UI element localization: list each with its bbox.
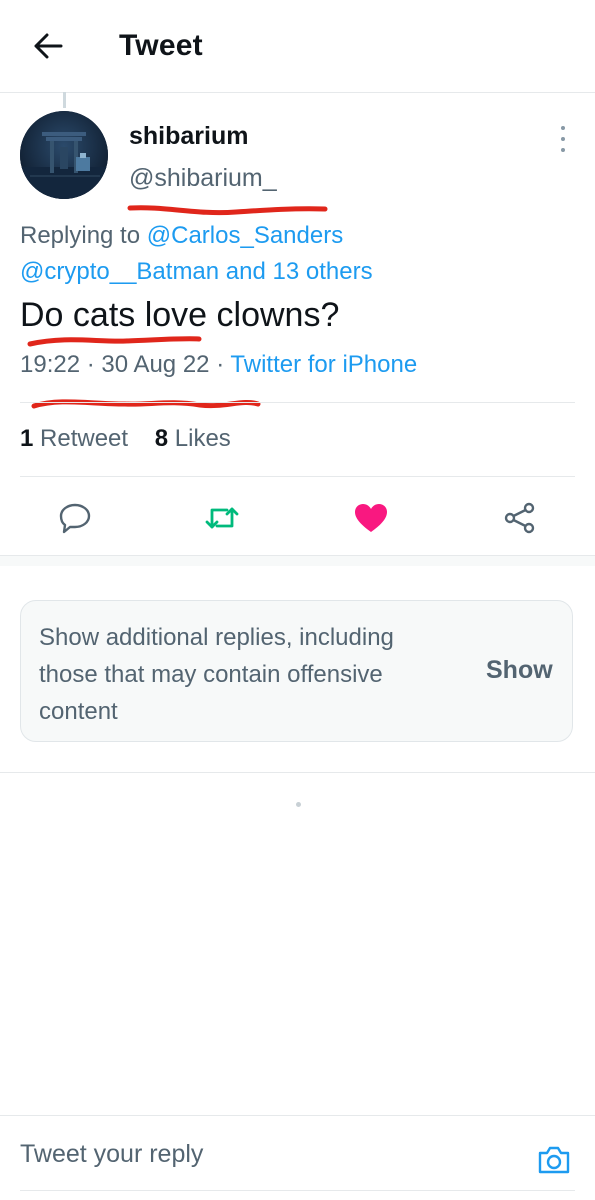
- heart-icon: [355, 504, 387, 532]
- arrow-left-icon: [34, 33, 63, 59]
- back-button[interactable]: [28, 26, 68, 66]
- loading-indicator: [296, 802, 301, 807]
- likes-stat[interactable]: 8 Likes: [155, 425, 231, 452]
- tweet-time: 19:22: [20, 351, 81, 378]
- additional-replies-text: Show additional replies, including those…: [39, 624, 394, 725]
- divider: [20, 402, 575, 403]
- retweet-button[interactable]: [200, 496, 244, 540]
- replying-to-others: @crypto__Batman and 13 others: [20, 258, 373, 286]
- reply-icon: [59, 503, 91, 534]
- tweet-date: 30 Aug 22: [101, 351, 210, 378]
- meta-separator: ·: [216, 351, 225, 378]
- replying-to-label: Replying to: [20, 222, 141, 249]
- tweet-text: Do cats love clowns?: [20, 296, 340, 334]
- camera-icon: [538, 1146, 570, 1174]
- more-dot-icon: [561, 137, 565, 141]
- replying-to-user-link[interactable]: @Carlos_Sanders: [147, 222, 343, 249]
- avatar[interactable]: [20, 111, 108, 199]
- thread-connector-line: [63, 92, 66, 108]
- display-name[interactable]: shibarium: [129, 122, 248, 151]
- red-underline-mark: [127, 205, 328, 216]
- more-dot-icon: [561, 126, 565, 130]
- red-underline-mark: [31, 399, 261, 409]
- tweet-source-link[interactable]: Twitter for iPhone: [230, 351, 417, 378]
- more-dot-icon: [561, 148, 565, 152]
- more-options-button[interactable]: [550, 122, 576, 156]
- replying-to-line: Replying to @Carlos_Sanders: [20, 222, 343, 250]
- top-app-bar: [0, 0, 595, 93]
- show-replies-button[interactable]: Show: [486, 656, 553, 685]
- engagement-stats: 1 Retweet 8 Likes: [20, 425, 231, 453]
- retweets-stat[interactable]: 1 Retweet: [20, 425, 128, 452]
- reply-input[interactable]: [20, 1140, 500, 1169]
- reply-button[interactable]: [53, 496, 97, 540]
- camera-button[interactable]: [534, 1140, 574, 1180]
- share-icon: [504, 502, 535, 534]
- meta-separator: ·: [86, 351, 95, 378]
- divider: [0, 1115, 595, 1116]
- avatar-image: [20, 111, 108, 199]
- section-separator: [0, 556, 595, 566]
- tweet-metadata: 19:22 · 30 Aug 22 · Twitter for iPhone: [20, 351, 417, 379]
- divider: [20, 476, 575, 477]
- replying-to-others-link[interactable]: @crypto__Batman and 13 others: [20, 258, 373, 285]
- red-underline-mark: [27, 336, 202, 347]
- divider: [0, 772, 595, 773]
- user-handle[interactable]: @shibarium_: [129, 164, 277, 193]
- divider: [20, 1190, 575, 1191]
- page-title: Tweet: [119, 29, 203, 62]
- share-button[interactable]: [498, 496, 542, 540]
- retweet-icon: [205, 507, 239, 529]
- like-button[interactable]: [349, 496, 393, 540]
- additional-replies-notice: Show additional replies, including those…: [20, 600, 573, 742]
